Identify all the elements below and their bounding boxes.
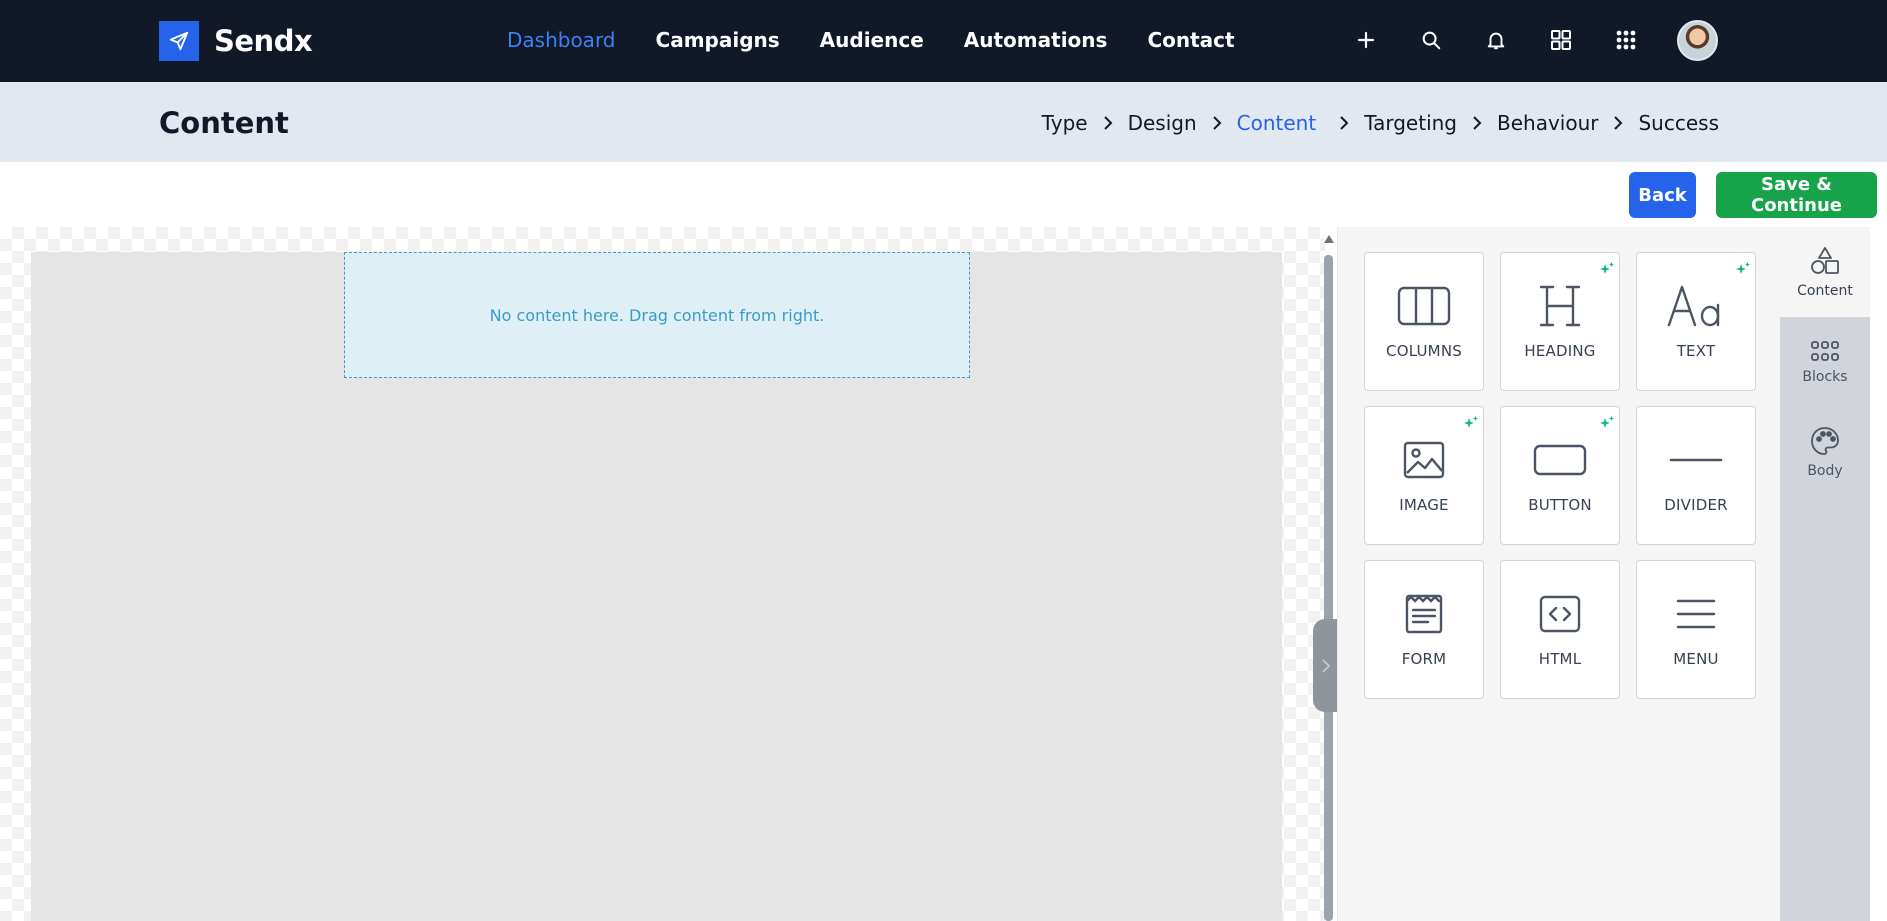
tool-divider[interactable]: DIVIDER	[1636, 406, 1756, 545]
tool-text[interactable]: TEXT	[1636, 252, 1756, 391]
tool-label: HTML	[1538, 650, 1582, 668]
chevron-right-icon	[1102, 115, 1114, 131]
top-icons	[1350, 24, 1675, 56]
tool-label: HEADING	[1524, 342, 1596, 360]
panel-collapse-handle[interactable]	[1313, 619, 1339, 712]
step-design[interactable]: Design	[1128, 111, 1197, 135]
tool-label: IMAGE	[1399, 496, 1449, 514]
nav-dashboard[interactable]: Dashboard	[507, 28, 616, 52]
paper-plane-icon	[159, 21, 199, 61]
back-button[interactable]: Back	[1629, 172, 1696, 218]
tool-button[interactable]: BUTTON	[1500, 406, 1620, 545]
step-success[interactable]: Success	[1638, 111, 1719, 135]
page-title: Content	[159, 106, 289, 140]
heading-icon	[1530, 282, 1590, 330]
tool-heading[interactable]: HEADING	[1500, 252, 1620, 391]
menu-icon	[1666, 590, 1726, 638]
divider-icon	[1666, 436, 1726, 484]
breadcrumb: Type Design Content Targeting Behaviour …	[1042, 111, 1719, 135]
tool-label: MENU	[1673, 650, 1719, 668]
nav-audience[interactable]: Audience	[820, 28, 924, 52]
ai-sparkle-icon	[1736, 262, 1750, 274]
tool-label: FORM	[1401, 650, 1447, 668]
drop-zone-placeholder: No content here. Drag content from right…	[489, 305, 825, 325]
chevron-right-icon	[1338, 115, 1350, 131]
tab-body-label: Body	[1807, 463, 1843, 479]
tool-columns[interactable]: COLUMNS	[1364, 252, 1484, 391]
chevron-right-icon	[1211, 115, 1223, 131]
canvas-scrollbar[interactable]	[1320, 227, 1336, 921]
columns-icon	[1394, 282, 1454, 330]
nav-campaigns[interactable]: Campaigns	[656, 28, 780, 52]
plus-icon[interactable]	[1350, 24, 1382, 56]
top-navbar: Sendx Dashboard Campaigns Audience Autom…	[0, 0, 1887, 82]
ai-sparkle-icon	[1464, 416, 1478, 428]
save-continue-button[interactable]: Save & Continue	[1716, 172, 1877, 218]
image-icon	[1394, 436, 1454, 484]
step-type[interactable]: Type	[1042, 111, 1088, 135]
brand-name: Sendx	[214, 24, 313, 58]
shapes-icon	[1811, 247, 1839, 274]
content-tools-panel: COLUMNS HEADING TEXT IMAGE BUTTON DIVIDE…	[1337, 227, 1780, 921]
side-tabs: Content Blocks Body	[1780, 227, 1870, 921]
drop-zone[interactable]: No content here. Drag content from right…	[344, 252, 970, 378]
chevron-right-icon	[1322, 658, 1331, 673]
button-icon	[1530, 436, 1590, 484]
step-behaviour[interactable]: Behaviour	[1497, 111, 1598, 135]
tool-grid: COLUMNS HEADING TEXT IMAGE BUTTON DIVIDE…	[1364, 252, 1756, 699]
tab-blocks[interactable]: Blocks	[1780, 317, 1870, 407]
scroll-up-arrow-icon[interactable]	[1324, 235, 1334, 243]
tab-content-label: Content	[1797, 283, 1853, 299]
tab-blocks-label: Blocks	[1802, 369, 1848, 385]
tool-label: TEXT	[1676, 342, 1716, 360]
tab-content[interactable]: Content	[1780, 227, 1870, 317]
email-canvas[interactable]: No content here. Drag content from right…	[31, 252, 1282, 921]
nav-automations[interactable]: Automations	[964, 28, 1108, 52]
nav-contact[interactable]: Contact	[1147, 28, 1234, 52]
ai-sparkle-icon	[1600, 262, 1614, 274]
tool-menu[interactable]: MENU	[1636, 560, 1756, 699]
tool-label: DIVIDER	[1664, 496, 1728, 514]
blocks-icon	[1811, 341, 1839, 361]
step-targeting[interactable]: Targeting	[1364, 111, 1457, 135]
main-nav: Dashboard Campaigns Audience Automations…	[507, 28, 1275, 52]
html-icon	[1530, 590, 1590, 638]
text-icon	[1666, 282, 1726, 330]
chevron-right-icon	[1612, 115, 1624, 131]
apps-icon[interactable]	[1610, 24, 1642, 56]
tab-body[interactable]: Body	[1780, 407, 1870, 497]
brand[interactable]: Sendx	[159, 21, 313, 61]
form-icon	[1394, 590, 1454, 638]
tool-label: BUTTON	[1528, 496, 1592, 514]
bell-icon[interactable]	[1480, 24, 1512, 56]
palette-icon	[1811, 427, 1839, 455]
search-icon[interactable]	[1415, 24, 1447, 56]
step-content[interactable]: Content	[1237, 111, 1317, 135]
tool-label: COLUMNS	[1386, 342, 1462, 360]
chevron-right-icon	[1471, 115, 1483, 131]
tool-image[interactable]: IMAGE	[1364, 406, 1484, 545]
tool-html[interactable]: HTML	[1500, 560, 1620, 699]
tool-form[interactable]: FORM	[1364, 560, 1484, 699]
page-header: Content Type Design Content Targeting Be…	[0, 82, 1887, 162]
ai-sparkle-icon	[1600, 416, 1614, 428]
grid-icon[interactable]	[1545, 24, 1577, 56]
avatar[interactable]	[1677, 20, 1718, 61]
scroll-thumb[interactable]	[1324, 255, 1333, 921]
editor-canvas-area: No content here. Drag content from right…	[0, 227, 1325, 921]
